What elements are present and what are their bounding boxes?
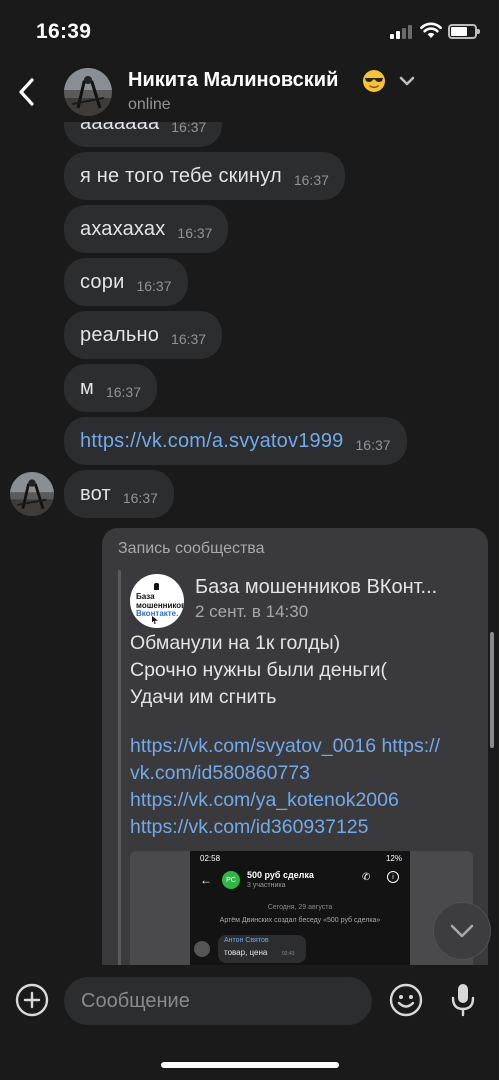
add-attachment-icon[interactable] xyxy=(15,983,49,1017)
repost-quote-bar xyxy=(118,570,121,965)
shot-subtitle: 3 участника xyxy=(247,882,286,889)
shot-user-avatar xyxy=(194,941,210,957)
shot-sender: Антон Святов xyxy=(224,937,269,944)
post-text: Обманули на 1к голды) Срочно нужны были … xyxy=(130,630,475,841)
emoji-smile-icon[interactable] xyxy=(389,983,423,1017)
shot-info-icon: i xyxy=(387,871,399,883)
post-link[interactable]: https://vk.com/svyatov_0016 https:// xyxy=(130,733,475,760)
post-text-line: Удачи им сгнить xyxy=(130,686,277,708)
post-date: 2 сент. в 14:30 xyxy=(195,602,309,621)
repost-card[interactable]: Запись сообщества База мошенников Вконта… xyxy=(102,528,488,965)
group-name[interactable]: База мошенников ВКонт... xyxy=(195,576,437,599)
chat-header: Никита Малиновский online xyxy=(0,60,499,122)
repost-label: Запись сообщества xyxy=(118,540,265,557)
contact-name[interactable]: Никита Малиновский xyxy=(128,69,338,92)
message-time: 16:37 xyxy=(171,331,207,347)
message-text: ааааааа xyxy=(80,122,160,134)
chevron-down-icon xyxy=(450,924,474,938)
message-time: 16:37 xyxy=(105,384,141,400)
post-text-line: Срочно нужны были деньги( xyxy=(130,659,388,681)
shot-date-separator: Сегодня, 29 августа xyxy=(267,904,333,911)
shot-system-message: Артём Двинских создал беседу «500 руб сд… xyxy=(219,917,381,924)
message-bubble[interactable]: вот 16:37 xyxy=(64,470,174,518)
logo-text-line3: Вконтакте. xyxy=(136,609,179,618)
post-link[interactable]: vk.com/id580860773 xyxy=(130,760,475,787)
message-bubble[interactable]: я не того тебе скинул 16:37 xyxy=(64,152,345,200)
scroll-down-button[interactable] xyxy=(433,902,491,960)
chevron-down-icon[interactable] xyxy=(398,74,416,88)
cellular-signal-icon xyxy=(390,24,414,39)
shot-phone-icon: ✆ xyxy=(362,872,371,883)
message-time: 16:37 xyxy=(136,278,172,294)
message-text: вот xyxy=(80,482,111,505)
status-time: 16:39 xyxy=(36,20,92,43)
post-image[interactable]: 02:58 12% ← PC 500 руб сделка 3 участник… xyxy=(130,851,473,965)
message-text: м xyxy=(80,376,94,399)
shot-avatar: PC xyxy=(222,871,240,889)
shot-time: 02:58 xyxy=(200,854,221,863)
microphone-icon[interactable] xyxy=(450,982,476,1018)
message-time: 16:37 xyxy=(177,225,213,241)
shot-message: товар, цена xyxy=(224,948,268,957)
message-bubble[interactable]: м 16:37 xyxy=(64,364,157,412)
post-text-line: Обманули на 1к голды) xyxy=(130,632,341,654)
contact-avatar[interactable] xyxy=(64,68,112,116)
scrollbar[interactable] xyxy=(490,632,494,748)
post-link[interactable]: https://vk.com/id360937125 xyxy=(130,814,475,841)
sunglasses-emoji-icon xyxy=(363,70,385,92)
logo-person-icon xyxy=(154,583,159,590)
shot-back-icon: ← xyxy=(200,873,212,887)
logo-text-line1: База xyxy=(136,592,155,601)
message-bubble[interactable]: сори 16:37 xyxy=(64,258,188,306)
message-bubble[interactable]: https://vk.com/a.svyatov1999 16:37 xyxy=(64,417,407,465)
message-bubble[interactable]: ааааааа 16:37 xyxy=(64,122,223,147)
message-input[interactable] xyxy=(64,977,372,1025)
home-indicator[interactable] xyxy=(161,1062,339,1068)
chat-screenshot: 02:58 12% ← PC 500 руб сделка 3 участник… xyxy=(190,851,410,965)
message-text: реально xyxy=(80,323,160,346)
message-text: ахахахах xyxy=(80,217,166,240)
message-time: 16:37 xyxy=(293,172,329,188)
message-time: 16:37 xyxy=(122,490,158,506)
wifi-icon xyxy=(420,22,442,38)
shot-message-time: 02:43 xyxy=(282,951,295,957)
group-avatar[interactable]: База мошенников Вконтакте. xyxy=(130,574,184,628)
post-link[interactable]: https://vk.com/ya_kotenok2006 xyxy=(130,787,475,814)
message-link[interactable]: https://vk.com/a.svyatov1999 xyxy=(80,430,344,453)
sender-avatar[interactable] xyxy=(10,472,54,516)
chevron-left-icon xyxy=(19,78,34,106)
shot-title: 500 руб сделка xyxy=(247,870,314,880)
message-time: 16:37 xyxy=(171,122,207,135)
contact-status: online xyxy=(128,96,171,113)
message-list[interactable]: ааааааа 16:37 я не того тебе скинул 16:3… xyxy=(0,122,499,965)
back-button[interactable] xyxy=(10,72,44,112)
message-text: я не того тебе скинул xyxy=(80,164,282,187)
message-bubble[interactable]: ахахахах 16:37 xyxy=(64,205,229,253)
message-composer xyxy=(0,965,499,1045)
message-time: 16:37 xyxy=(355,437,391,453)
status-bar: 16:39 xyxy=(0,0,499,60)
battery-icon xyxy=(448,24,480,39)
message-text: сори xyxy=(80,270,125,293)
message-bubble[interactable]: реально 16:37 xyxy=(64,311,223,359)
shot-battery: 12% xyxy=(385,854,402,863)
